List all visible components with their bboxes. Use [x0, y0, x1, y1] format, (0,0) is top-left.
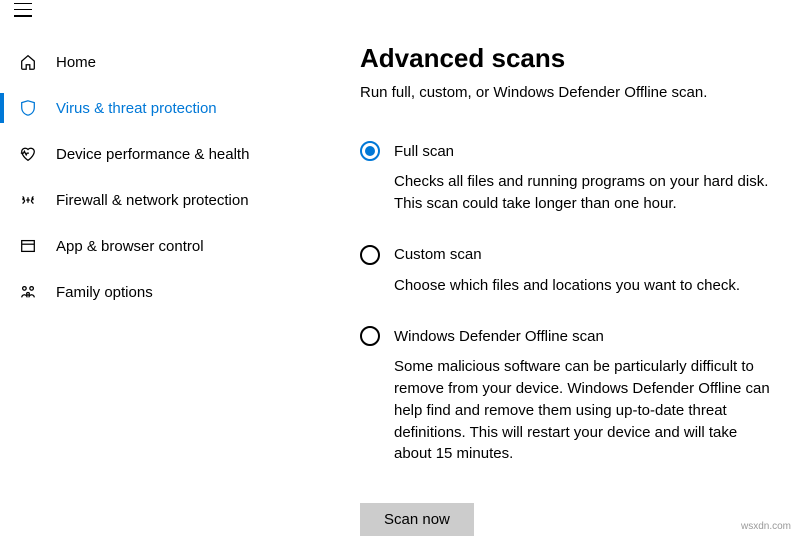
option-desc: Checks all files and running programs on… — [360, 171, 771, 215]
sidebar-item-home[interactable]: Home — [0, 39, 320, 85]
sidebar-item-label: App & browser control — [56, 238, 204, 255]
sidebar-item-device-health[interactable]: Device performance & health — [0, 131, 320, 177]
radio-icon — [360, 245, 380, 265]
sidebar-item-label: Family options — [56, 284, 153, 301]
option-desc: Choose which files and locations you wan… — [360, 275, 771, 297]
radio-icon — [360, 141, 380, 161]
radio-icon — [360, 326, 380, 346]
page-title: Advanced scans — [360, 43, 771, 74]
option-label: Windows Defender Offline scan — [394, 328, 604, 345]
sidebar-item-label: Device performance & health — [56, 146, 249, 163]
sidebar-item-app-browser[interactable]: App & browser control — [0, 223, 320, 269]
hamburger-menu-icon[interactable] — [14, 3, 32, 17]
sidebar-item-label: Home — [56, 54, 96, 71]
network-icon — [18, 190, 38, 210]
home-icon — [18, 52, 38, 72]
option-label: Custom scan — [394, 246, 482, 263]
main-content: Advanced scans Run full, custom, or Wind… — [320, 19, 799, 536]
app-icon — [18, 236, 38, 256]
scan-option-custom: Custom scan Choose which files and locat… — [360, 245, 771, 297]
radio-custom-scan[interactable]: Custom scan — [360, 245, 771, 265]
sidebar-item-family[interactable]: Family options — [0, 269, 320, 315]
shield-icon — [18, 98, 38, 118]
sidebar-item-firewall[interactable]: Firewall & network protection — [0, 177, 320, 223]
sidebar-item-label: Virus & threat protection — [56, 100, 217, 117]
scan-now-button[interactable]: Scan now — [360, 503, 474, 536]
sidebar: Home Virus & threat protection Device pe… — [0, 19, 320, 536]
family-icon — [18, 282, 38, 302]
scan-option-offline: Windows Defender Offline scan Some malic… — [360, 326, 771, 465]
heart-icon — [18, 144, 38, 164]
sidebar-item-label: Firewall & network protection — [56, 192, 249, 209]
radio-full-scan[interactable]: Full scan — [360, 141, 771, 161]
watermark: wsxdn.com — [741, 521, 791, 532]
page-subtitle: Run full, custom, or Windows Defender Of… — [360, 84, 771, 101]
option-label: Full scan — [394, 143, 454, 160]
scan-option-full: Full scan Checks all files and running p… — [360, 141, 771, 215]
radio-offline-scan[interactable]: Windows Defender Offline scan — [360, 326, 771, 346]
option-desc: Some malicious software can be particula… — [360, 356, 771, 465]
sidebar-item-virus-threat[interactable]: Virus & threat protection — [0, 85, 320, 131]
